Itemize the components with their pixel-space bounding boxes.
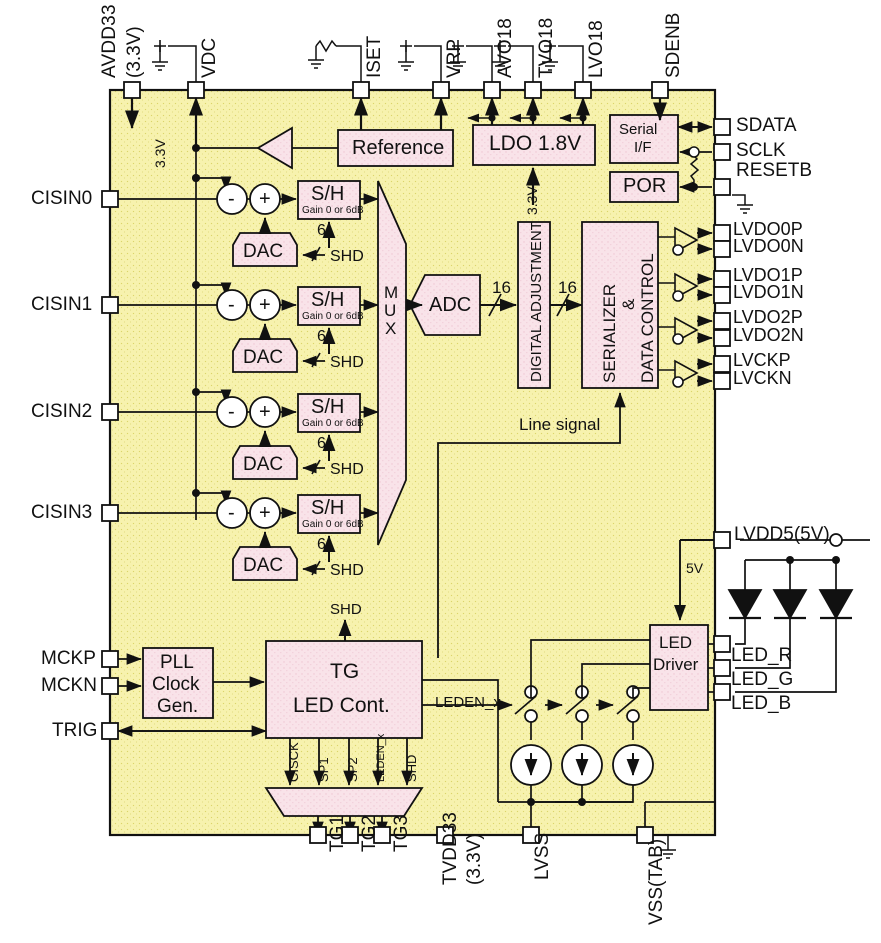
digital-adjustment-label: DIGITAL ADJUSTMENT: [528, 221, 545, 382]
shd-label-0: SHD: [330, 248, 364, 265]
tg-label-line2: LED Cont.: [293, 694, 390, 717]
sh-label-0: S/H: [311, 183, 345, 205]
block-diagram-canvas: AVDD33 (3.3V) VDC ISET VRP AVO18 TVO18 L…: [0, 0, 881, 943]
pin-label-avdd33-sub: (3.3V): [124, 26, 145, 78]
serializer-label-line1: SERIALIZER: [600, 283, 619, 383]
pin-label-trig: TRIG: [52, 720, 98, 741]
digadj-output-bus-width: 16: [558, 278, 577, 297]
minus-node-2: -: [228, 401, 235, 423]
led-driver-supply-note: 5V: [686, 560, 704, 576]
sh-label-2: S/H: [311, 396, 345, 418]
pin-label-cisin1: CISIN1: [31, 294, 93, 315]
minus-node-3: -: [228, 502, 235, 524]
minus-node-1: -: [228, 294, 235, 316]
sh-label-3: S/H: [311, 497, 345, 519]
pin-label-vss-tab: VSS(TAB): [646, 838, 667, 925]
pin-label-sdata: SDATA: [736, 115, 797, 136]
serial-if-label-line2: I/F: [634, 139, 652, 156]
pin-label-lvss: LVSS: [532, 832, 553, 880]
pin-label-tg2: TG2: [359, 815, 380, 852]
pll-label-line2: Clock: [152, 674, 200, 695]
sh-sublabel-1: Gain 0 or 6dB: [302, 311, 364, 322]
pin-label-sclk: SCLK: [736, 140, 786, 161]
pin-label-tg1: TG1: [327, 815, 348, 852]
dac-bus-width-0: 6: [317, 222, 326, 239]
serializer-label-line2: &: [619, 298, 638, 310]
pin-label-led-r: LED_R: [731, 645, 793, 666]
tg-bus-label-sp2: SP2: [345, 757, 360, 782]
pin-label-lvo18: LVO18: [586, 20, 607, 78]
pin-label-mckn: MCKN: [41, 675, 97, 696]
leden-x-label: LEDEN_x: [435, 694, 501, 711]
pin-label-vdc: VDC: [199, 37, 220, 78]
avdd33-rail-note: 3.3V: [152, 139, 168, 168]
pin-label-lvckn: LVCKN: [733, 368, 792, 388]
pin-label-tvdd33: TVDD33: [440, 812, 461, 885]
shd-top-label: SHD: [330, 601, 362, 618]
led-driver-label-line1: LED: [659, 633, 693, 652]
dac-bus-width-3: 6: [317, 536, 326, 553]
pll-label-line1: PLL: [160, 652, 194, 673]
plus-node-0: +: [259, 188, 271, 210]
tg-bus-label-leden-x: LEDEN_x: [375, 733, 387, 782]
pin-label-tvo18: TVO18: [536, 17, 557, 78]
pin-label-tg3: TG3: [391, 815, 412, 852]
minus-node-0: -: [228, 188, 235, 210]
shd-label-2: SHD: [330, 461, 364, 478]
dac-label-2: DAC: [243, 454, 284, 475]
tg-rect: [265, 640, 423, 739]
pin-label-lvdo1n: LVDO1N: [733, 282, 804, 302]
pin-label-cisin3: CISIN3: [31, 502, 93, 523]
shd-label-3: SHD: [330, 562, 364, 579]
pin-label-cisin2: CISIN2: [31, 401, 93, 422]
pin-label-cisin0: CISIN0: [31, 188, 93, 209]
adc-block-label: ADC: [429, 294, 472, 316]
led-driver-label-line2: Driver: [653, 655, 699, 674]
serial-if-label-line1: Serial: [619, 121, 658, 138]
output-mux-shape: [264, 787, 424, 817]
mux-label-u: U: [384, 301, 397, 320]
reference-block-label: Reference: [352, 137, 445, 159]
sh-sublabel-3: Gain 0 or 6dB: [302, 519, 364, 530]
tg-bus-label-sp1: SP1: [316, 757, 331, 782]
tg-bus-label-cisck: CISCK: [286, 742, 301, 782]
tg-label-line1: TG: [330, 660, 360, 683]
dac-bus-width-2: 6: [317, 435, 326, 452]
pin-label-lvdo2n: LVDO2N: [733, 325, 804, 345]
mux-label-x: X: [385, 319, 397, 338]
shd-label-1: SHD: [330, 354, 364, 371]
plus-node-2: +: [259, 401, 271, 423]
dac-label-1: DAC: [243, 347, 284, 368]
pin-label-avo18: AVO18: [495, 18, 516, 78]
pin-label-sdenb: SDENB: [663, 12, 684, 78]
plus-node-3: +: [259, 502, 271, 524]
pin-label-lvdo0n: LVDO0N: [733, 236, 804, 256]
pin-label-iset: ISET: [364, 35, 385, 78]
mux-shape: [377, 180, 407, 546]
pin-label-avdd33: AVDD33: [99, 4, 120, 78]
pin-label-mckp: MCKP: [41, 648, 96, 669]
tg-bus-label-shd: SHD: [404, 754, 419, 782]
plus-node-1: +: [259, 294, 271, 316]
pll-label-line3: Gen.: [157, 696, 199, 717]
sh-sublabel-0: Gain 0 or 6dB: [302, 205, 364, 216]
ldo-supply-note: 3.3V: [524, 186, 540, 215]
pin-label-resetb: RESETB: [736, 160, 813, 181]
pin-label-led-g: LED_G: [731, 669, 794, 690]
sh-label-1: S/H: [311, 289, 345, 311]
mux-label-m: M: [384, 283, 399, 302]
dac-bus-width-1: 6: [317, 328, 326, 345]
pin-label-lvdd5: LVDD5(5V): [734, 524, 830, 545]
dac-label-0: DAC: [243, 241, 284, 262]
por-block-label: POR: [623, 175, 667, 197]
ldo-block-label: LDO 1.8V: [489, 132, 582, 155]
pin-label-tvdd33-sub: (3.3V): [464, 833, 485, 885]
pin-label-vrp: VRP: [444, 38, 465, 78]
sh-sublabel-2: Gain 0 or 6dB: [302, 418, 364, 429]
pin-label-led-b: LED_B: [731, 693, 792, 714]
dac-label-3: DAC: [243, 555, 284, 576]
serializer-label-line3: DATA CONTROL: [638, 253, 657, 383]
line-signal-label: Line signal: [519, 415, 601, 434]
adc-output-bus-width: 16: [492, 278, 511, 297]
